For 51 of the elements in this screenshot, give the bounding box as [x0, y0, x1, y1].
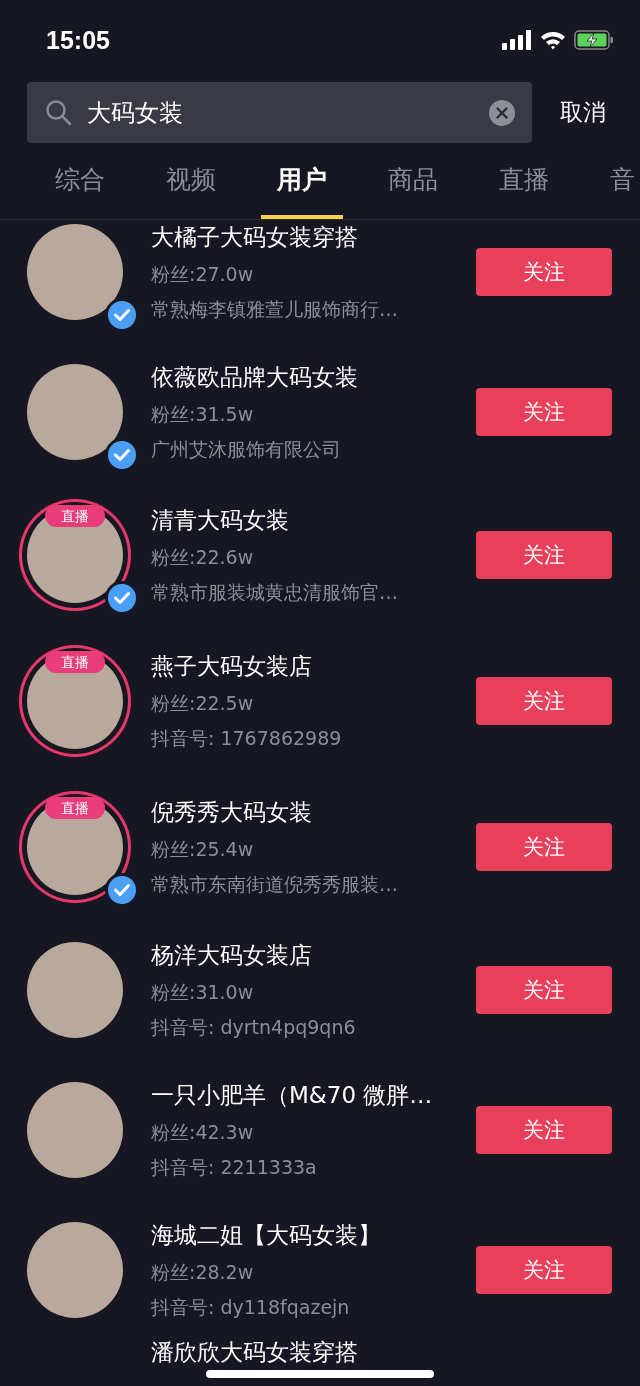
follower-count: 粉丝:31.0w [151, 979, 255, 1005]
user-description: 抖音号: 2211333a [151, 1154, 318, 1180]
user-description: 常熟梅李镇雅萱儿服饰商行… [151, 296, 399, 322]
user-description: 广州艾沐服饰有限公司 [151, 436, 342, 462]
user-description: 抖音号: dyrtn4pq9qn6 [151, 1014, 357, 1040]
follow-button[interactable]: 关注 [476, 966, 612, 1014]
wifi-icon [540, 30, 566, 50]
follower-count: 粉丝:28.2w [151, 1259, 255, 1285]
user-name[interactable]: 潘欣欣大码女装穿搭 [151, 1340, 612, 1366]
follow-button[interactable]: 关注 [476, 1246, 612, 1294]
live-badge: 直播 [45, 505, 105, 527]
user-description: 抖音号: 1767862989 [151, 725, 343, 751]
cancel-button[interactable]: 取消 [560, 97, 606, 128]
user-name[interactable]: 杨洋大码女装店 [151, 939, 476, 971]
user-description: 常熟市东南街道倪秀秀服装… [151, 871, 399, 897]
user-name[interactable]: 倪秀秀大码女装 [151, 796, 476, 828]
tab[interactable]: 综合 [39, 143, 121, 219]
follower-count: 粉丝:25.4w [151, 836, 255, 862]
user-name[interactable]: 燕子大码女装店 [151, 650, 476, 682]
follow-button[interactable]: 关注 [476, 248, 612, 296]
follower-count: 粉丝:31.5w [151, 401, 255, 427]
follow-button[interactable]: 关注 [476, 823, 612, 871]
live-badge: 直播 [45, 797, 105, 819]
search-input[interactable]: 大码女装 [87, 98, 474, 127]
search-bar[interactable]: 大码女装 [27, 82, 532, 143]
user-name[interactable]: 清青大码女装 [151, 504, 476, 536]
tab[interactable]: 用户 [261, 143, 343, 219]
follow-button[interactable]: 关注 [476, 388, 612, 436]
follower-count: 粉丝:22.6w [151, 544, 255, 570]
signal-icon [502, 30, 532, 50]
clear-icon[interactable] [488, 98, 516, 127]
tab[interactable]: 商品 [372, 143, 454, 219]
user-name[interactable]: 一只小肥羊（M&70 微胖… [151, 1079, 476, 1111]
user-description: 抖音号: dy118fqazejn [151, 1294, 351, 1320]
tab[interactable]: 音 [594, 143, 635, 219]
user-name[interactable]: 海城二姐【大码女装】 [151, 1219, 476, 1251]
status-time: 15:05 [46, 25, 110, 55]
user-name[interactable]: 依薇欧品牌大码女装 [151, 361, 476, 393]
search-icon [45, 98, 73, 127]
follow-button[interactable]: 关注 [476, 531, 612, 579]
tab[interactable]: 直播 [483, 143, 565, 219]
follower-count: 粉丝:27.0w [151, 261, 255, 287]
battery-charging-icon [574, 30, 614, 50]
user-name[interactable]: 大橘子大码女装穿搭 [151, 221, 476, 253]
follow-button[interactable]: 关注 [476, 1106, 612, 1154]
follower-count: 粉丝:22.5w [151, 690, 255, 716]
live-badge: 直播 [45, 651, 105, 673]
follower-count: 粉丝:42.3w [151, 1119, 255, 1145]
follow-button[interactable]: 关注 [476, 677, 612, 725]
user-description: 常熟市服装城黄忠清服饰官… [151, 579, 399, 605]
tab[interactable]: 视频 [150, 143, 232, 219]
